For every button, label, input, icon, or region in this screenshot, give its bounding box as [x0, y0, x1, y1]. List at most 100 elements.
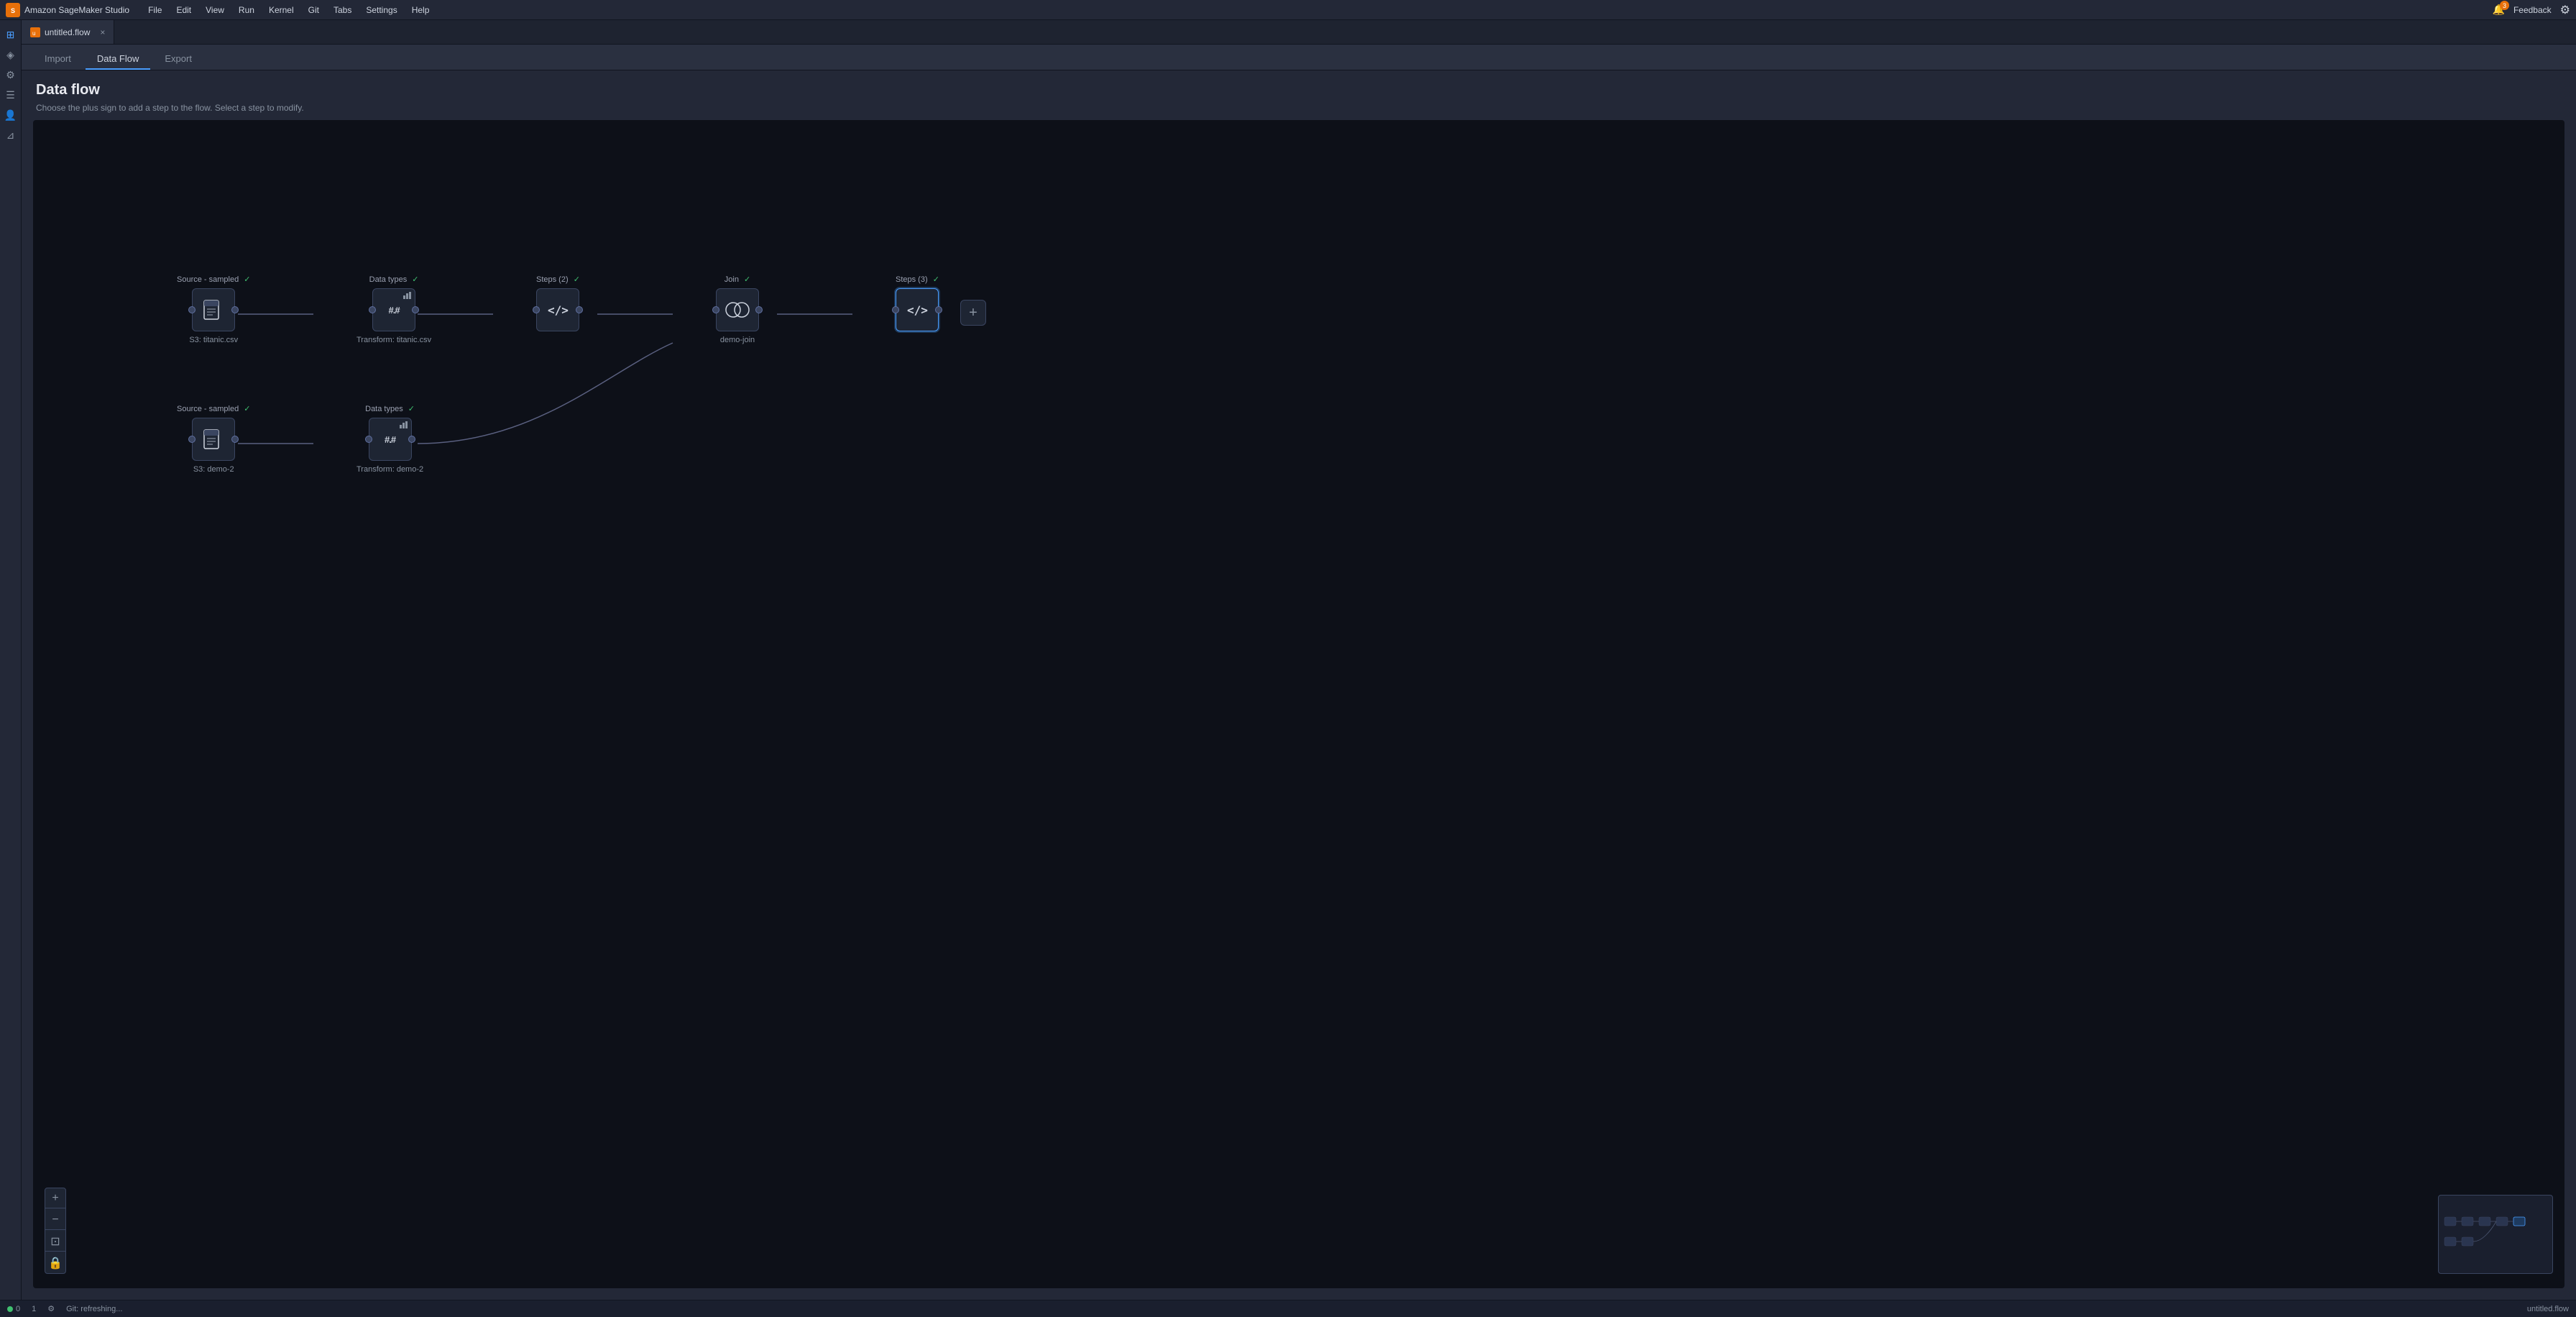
node-datatypes-titanic[interactable]: Data types ✓ #.#: [356, 275, 431, 344]
node4-connector-left[interactable]: [712, 306, 719, 313]
sidebar-icon-git[interactable]: ◈: [2, 46, 19, 63]
node7-box[interactable]: #.#: [369, 418, 412, 461]
page-content: Data flow Choose the plus sign to add a …: [22, 70, 2576, 1300]
settings-gear-icon[interactable]: ⚙: [2560, 3, 2570, 17]
tab-data-flow[interactable]: Data Flow: [86, 49, 151, 70]
file-tab-untitled[interactable]: u untitled.flow ×: [22, 20, 114, 44]
node2-connector-left[interactable]: [369, 306, 376, 313]
icon-sidebar: ⊞ ◈ ⚙ ☰ 👤 ⊿: [0, 20, 22, 1300]
add-icon: +: [969, 305, 978, 321]
sidebar-icon-search[interactable]: ⚙: [2, 66, 19, 83]
node1-check: ✓: [244, 275, 250, 284]
zoom-lock-button[interactable]: 🔒: [45, 1253, 65, 1273]
node-join[interactable]: Join ✓ demo-join: [716, 275, 759, 344]
page-title: Data flow: [36, 82, 2562, 98]
notification-badge: 3: [2500, 1, 2509, 10]
node4-connector-right[interactable]: [755, 306, 763, 313]
file-tab-close[interactable]: ×: [100, 27, 105, 37]
status-bar: 0 1 ⚙ Git: refreshing... untitled.flow: [0, 1300, 2576, 1317]
content-area: u untitled.flow × Import Data Flow Expor…: [22, 20, 2576, 1300]
app-title: Amazon SageMaker Studio: [24, 5, 129, 15]
menu-edit[interactable]: Edit: [169, 4, 198, 17]
menu-view[interactable]: View: [198, 4, 231, 17]
minimap[interactable]: [2438, 1195, 2553, 1274]
node6-sublabel: S3: demo-2: [193, 465, 234, 474]
add-node-button[interactable]: +: [960, 300, 986, 326]
node7-sublabel: Transform: demo-2: [356, 465, 423, 474]
menu-kernel[interactable]: Kernel: [262, 4, 301, 17]
status-one: 1: [32, 1305, 36, 1313]
notification-bell[interactable]: 🔔 3: [2493, 4, 2505, 16]
canvas-container[interactable]: Source - sampled ✓: [33, 120, 2564, 1288]
status-item-one: 1: [32, 1305, 36, 1313]
node4-sublabel: demo-join: [720, 336, 755, 344]
node3-connector-right[interactable]: [576, 306, 583, 313]
app-logo-icon: S: [6, 3, 20, 17]
menu-help[interactable]: Help: [405, 4, 437, 17]
svg-text:S: S: [11, 7, 15, 14]
status-dot: [7, 1306, 13, 1312]
node4-box[interactable]: [716, 288, 759, 331]
menubar-right: 🔔 3 Feedback ⚙: [2493, 3, 2570, 17]
sidebar-icon-home[interactable]: ⊞: [2, 26, 19, 43]
node2-sublabel: Transform: titanic.csv: [356, 336, 431, 344]
node1-label: Source - sampled: [177, 275, 239, 284]
tab-export[interactable]: Export: [153, 49, 203, 70]
tab-bar: u untitled.flow ×: [22, 20, 2576, 45]
node7-icon: #.#: [385, 434, 395, 445]
status-item-settings[interactable]: ⚙: [47, 1304, 55, 1313]
node-source-demo2[interactable]: Source - sampled ✓: [177, 404, 251, 474]
node1-sublabel: S3: titanic.csv: [189, 336, 238, 344]
node-steps2[interactable]: Steps (2) ✓ </>: [536, 275, 580, 336]
sidebar-icon-files[interactable]: ☰: [2, 86, 19, 104]
node2-connector-right[interactable]: [412, 306, 419, 313]
status-file-name: untitled.flow: [2527, 1305, 2569, 1313]
status-item-left: 0: [7, 1305, 20, 1313]
node6-label: Source - sampled: [177, 405, 239, 413]
zoom-out-button[interactable]: −: [45, 1210, 65, 1230]
status-git: Git: refreshing...: [66, 1305, 122, 1313]
menu-tabs[interactable]: Tabs: [326, 4, 359, 17]
node6-connector-left[interactable]: [188, 436, 196, 443]
node7-check: ✓: [408, 405, 415, 413]
node3-label: Steps (2): [536, 275, 569, 284]
sidebar-icon-graph[interactable]: ⊿: [2, 127, 19, 144]
node5-connector-left[interactable]: [892, 306, 899, 313]
node2-icon: #.#: [389, 305, 400, 316]
node3-connector-left[interactable]: [533, 306, 540, 313]
zoom-controls: + − ⊡ 🔒: [45, 1188, 66, 1274]
node2-box[interactable]: #.#: [372, 288, 415, 331]
node-steps3[interactable]: Steps (3) ✓ </>: [896, 275, 939, 336]
svg-text:u: u: [32, 30, 35, 36]
node1-box[interactable]: [192, 288, 235, 331]
zoom-fit-button[interactable]: ⊡: [45, 1231, 65, 1252]
node4-label: Join: [724, 275, 739, 284]
node5-connector-right[interactable]: [935, 306, 942, 313]
node3-box[interactable]: </>: [536, 288, 579, 331]
node-datatypes-demo2[interactable]: Data types ✓ #.#: [356, 404, 423, 474]
top-menubar: S Amazon SageMaker Studio File Edit View…: [0, 0, 2576, 20]
sidebar-icon-users[interactable]: 👤: [2, 106, 19, 124]
connections-svg: [33, 120, 249, 228]
node-source-titanic[interactable]: Source - sampled ✓: [177, 275, 251, 344]
tab-import[interactable]: Import: [33, 49, 83, 70]
node1-connector-right[interactable]: [231, 306, 239, 313]
menu-file[interactable]: File: [141, 4, 169, 17]
app-logo: S Amazon SageMaker Studio: [6, 3, 129, 17]
status-gear-icon: ⚙: [47, 1304, 55, 1313]
flow-canvas: Source - sampled ✓: [33, 120, 2564, 1288]
node5-check: ✓: [933, 275, 939, 284]
menu-run[interactable]: Run: [231, 4, 262, 17]
node6-connector-right[interactable]: [231, 436, 239, 443]
node5-label: Steps (3): [896, 275, 928, 284]
node7-connector-left[interactable]: [365, 436, 372, 443]
node5-box[interactable]: </>: [896, 288, 939, 331]
node6-box[interactable]: [192, 418, 235, 461]
menu-git[interactable]: Git: [301, 4, 326, 17]
node7-connector-right[interactable]: [408, 436, 415, 443]
menu-settings[interactable]: Settings: [359, 4, 404, 17]
feedback-button[interactable]: Feedback: [2513, 5, 2552, 15]
node1-connector-left[interactable]: [188, 306, 196, 313]
status-git-label: Git: refreshing...: [66, 1305, 122, 1313]
zoom-in-button[interactable]: +: [45, 1188, 65, 1208]
